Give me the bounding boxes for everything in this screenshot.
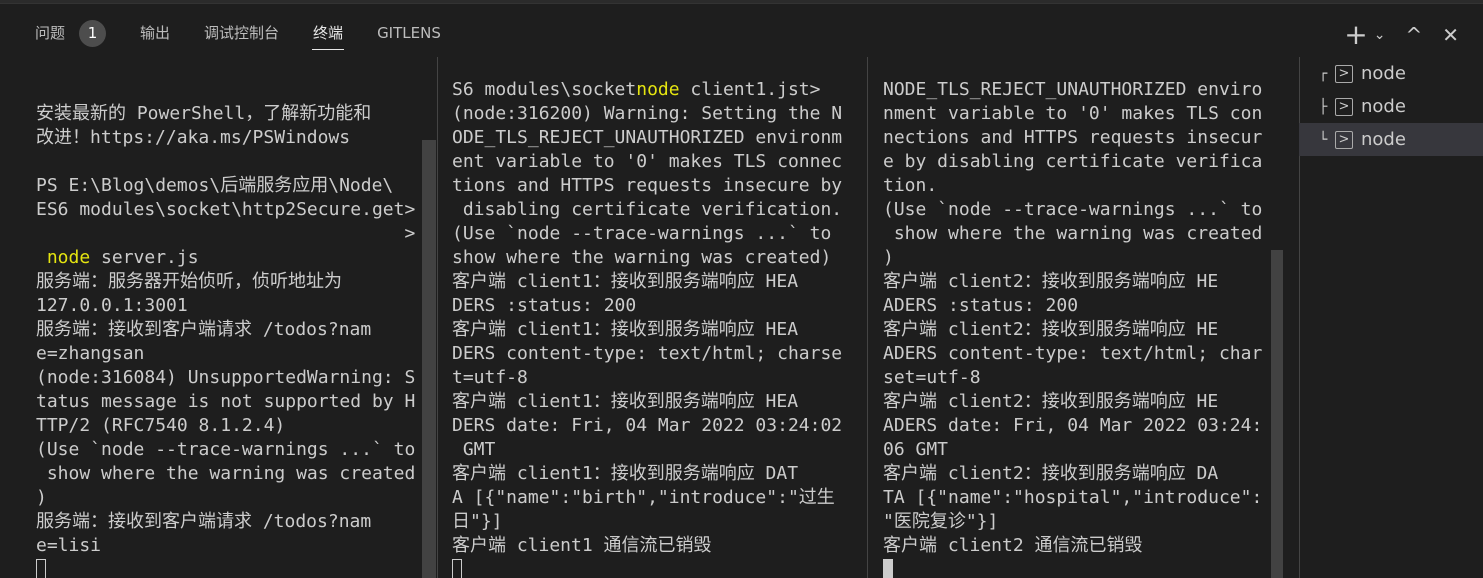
terminal-line: ADERS date: Fri, 04 Mar 2022 03:24: [883, 415, 1263, 436]
terminal-line: GMT [452, 439, 496, 460]
scrollbar[interactable] [1271, 250, 1283, 578]
terminal-icon: > [1335, 64, 1353, 83]
problems-count-badge: 1 [79, 19, 107, 47]
terminal-cursor [883, 559, 893, 578]
terminal-line: 改进！https://aka.ms/PSWindows [36, 127, 351, 148]
terminal-line: 客户端 client2：接收到服务端响应 HE [883, 391, 1219, 412]
terminal-line: (node:316084) UnsupportedWarning: S [36, 367, 416, 388]
tab-debug-console[interactable]: 调试控制台 [204, 18, 279, 48]
terminal-line: 服务端：服务器开始侦听，侦听地址为 [36, 271, 342, 292]
terminal-line: ent variable to '0' makes TLS connec [452, 151, 843, 172]
terminal-line: show where the warning was created [883, 223, 1263, 244]
terminal-line: t=utf-8 [452, 367, 528, 388]
terminal-line: DERS :status: 200 [452, 295, 637, 316]
terminal-list-item[interactable]: ├ > node [1299, 90, 1483, 123]
terminal-line: DERS content-type: text/html; charse [452, 343, 843, 364]
terminal-list-item[interactable]: └ > node [1299, 123, 1483, 156]
terminal-line: show where the warning was created) [452, 247, 832, 268]
terminal-line: tions and HTTPS requests insecure by [452, 175, 843, 196]
close-icon[interactable]: ✕ [1442, 23, 1459, 47]
terminal-line: ) [883, 247, 894, 268]
terminal-line: 客户端 client2 通信流已销毁 [883, 535, 1143, 556]
tab-output[interactable]: 输出 [140, 18, 170, 48]
scrollbar[interactable] [422, 140, 436, 578]
terminal-line: ODE_TLS_REJECT_UNAUTHORIZED environm [452, 127, 843, 148]
terminal-line: (Use `node --trace-warnings ...` to [36, 439, 416, 460]
line-segment: S6 modules\socket [452, 79, 637, 100]
terminal-line: "医院复诊"}] [883, 511, 999, 532]
terminal-line: e=lisi [36, 535, 102, 556]
terminal-line: (node:316200) Warning: Setting the N [452, 103, 843, 124]
highlighted-command: node [46, 247, 91, 268]
terminal-line: PS E:\Blog\demos\后端服务应用\Node\ [36, 175, 394, 196]
terminal-line: 客户端 client2：接收到服务端响应 DA [883, 463, 1219, 484]
terminal-line: 日"}] [452, 511, 503, 532]
terminal-line: TTP/2 (RFC7540 8.1.2.4) [36, 415, 286, 436]
terminal-line: (Use `node --trace-warnings ...` to [883, 199, 1263, 220]
panel-actions: + ⌄ ^ ✕ [1344, 18, 1459, 51]
terminal-line: 服务端：接收到客户端请求 /todos?nam [36, 511, 372, 532]
pane-divider[interactable] [437, 57, 438, 578]
line-segment [36, 247, 47, 268]
terminal-line: ADERS :status: 200 [883, 295, 1079, 316]
terminal-line: tion. [883, 175, 938, 196]
tab-problems[interactable]: 问题 1 [35, 18, 107, 48]
terminal-line: (Use `node --trace-warnings ...` to [452, 223, 832, 244]
terminal-line: 安装最新的 PowerShell，了解新功能和 [36, 103, 372, 124]
terminal-cursor [36, 559, 46, 578]
terminal-line: e=zhangsan [36, 343, 145, 364]
terminal-line: NODE_TLS_REJECT_UNAUTHORIZED enviro [883, 79, 1263, 100]
terminal-line: S6 modules\socketnode client1.jst> [452, 78, 852, 102]
terminal-cursor [452, 559, 462, 578]
terminal-line: 服务端：接收到客户端请求 /todos?nam [36, 319, 372, 340]
terminal-line: > [36, 223, 416, 244]
terminal-line: 06 GMT [883, 439, 949, 460]
line-segment: client1.jst> [679, 79, 821, 100]
terminal-line: A [{"name":"birth","introduce":"过生 [452, 487, 835, 508]
new-terminal-plus-icon[interactable]: + [1344, 18, 1367, 51]
terminal-icon: > [1335, 97, 1353, 116]
terminal-line: 客户端 client1：接收到服务端响应 HEA [452, 391, 799, 412]
terminal-line: TA [{"name":"hospital","introduce": [883, 487, 1263, 508]
terminal-line: nections and HTTPS requests insecur [883, 127, 1263, 148]
terminal-line: ES6 modules\socket\http2Secure.get> [36, 199, 416, 220]
terminal-pane-server[interactable]: 安装最新的 PowerShell，了解新功能和 改进！https://aka.ms… [36, 57, 422, 578]
terminal-line: 客户端 client1：接收到服务端响应 HEA [452, 319, 799, 340]
highlighted-command: node [636, 79, 680, 100]
terminal-line: show where the warning was created [36, 463, 416, 484]
terminal-list: ┌ > node ├ > node └ > node [1299, 57, 1483, 156]
terminal-line: ) [36, 487, 47, 508]
terminal-list-item[interactable]: ┌ > node [1299, 57, 1483, 90]
tab-gitlens[interactable]: GITLENS [377, 18, 441, 48]
terminal-line: disabling certificate verification. [452, 199, 843, 220]
terminal-line: 127.0.0.1:3001 [36, 295, 188, 316]
terminal-icon: > [1335, 130, 1353, 149]
terminal-line: DERS date: Fri, 04 Mar 2022 03:24:02 [452, 415, 843, 436]
terminal-line: 客户端 client1：接收到服务端响应 HEA [452, 271, 799, 292]
terminal-line: 客户端 client1 通信流已销毁 [452, 535, 712, 556]
terminal-line: ADERS content-type: text/html; char [883, 343, 1263, 364]
terminal-line: 客户端 client1：接收到服务端响应 DAT [452, 463, 799, 484]
line-segment: server.js [90, 247, 199, 268]
terminal-line: e by disabling certificate verifica [883, 151, 1263, 172]
maximize-chevron-up-icon[interactable]: ^ [1405, 23, 1422, 47]
terminal-line: tatus message is not supported by H [36, 391, 416, 412]
terminal-line: set=utf-8 [883, 367, 981, 388]
terminal-line: 客户端 client2：接收到服务端响应 HE [883, 271, 1219, 292]
terminal-pane-client1[interactable]: S6 modules\socketnode client1.jst> (node:… [452, 57, 852, 578]
pane-divider[interactable] [867, 57, 868, 578]
tab-terminal[interactable]: 终端 [312, 18, 345, 50]
panel-tabs: 问题 1 输出 调试控制台 终端 GITLENS [35, 18, 475, 50]
terminal-line: nment variable to '0' makes TLS con [883, 103, 1263, 124]
terminal-line: 客户端 client2：接收到服务端响应 HE [883, 319, 1219, 340]
chevron-down-icon[interactable]: ⌄ [1374, 27, 1386, 43]
terminal-line: node server.js [36, 246, 422, 270]
title-bar-edge [0, 0, 1483, 4]
terminal-pane-client2[interactable]: NODE_TLS_REJECT_UNAUTHORIZED enviro nment… [883, 57, 1271, 578]
